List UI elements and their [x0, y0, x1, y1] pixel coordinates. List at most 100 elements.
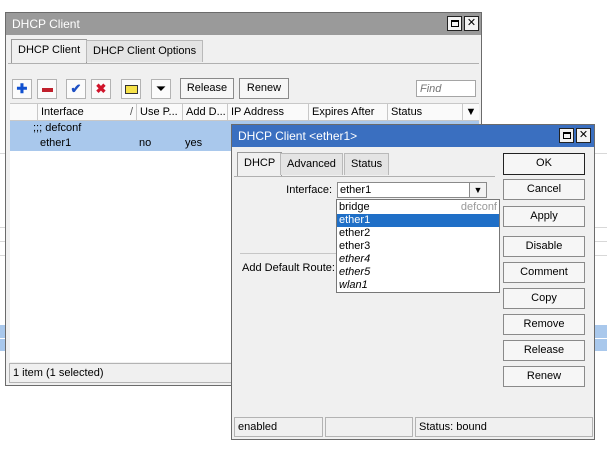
default-route-label: Add Default Route:: [242, 262, 335, 274]
disable-button[interactable]: ✖: [91, 79, 111, 99]
dropdown-item-ether4[interactable]: ether4: [337, 253, 499, 266]
dropdown-toggle[interactable]: ▼: [469, 183, 486, 197]
dropdown-item-ether1[interactable]: ether1: [337, 214, 499, 227]
column-label: Status: [391, 106, 423, 118]
dropdown-item-bridge[interactable]: bridge defconf: [337, 201, 499, 214]
tab-dhcp[interactable]: DHCP: [237, 152, 283, 176]
note-icon: [124, 85, 138, 95]
dropdown-item-ether2[interactable]: ether2: [337, 227, 499, 240]
release-button[interactable]: Release: [503, 340, 585, 361]
button-label: Disable: [525, 240, 563, 252]
x-icon: ✖: [95, 81, 107, 96]
bound-status: Status: bound: [415, 417, 593, 437]
dropdown-item-wlan1[interactable]: wlan1: [337, 279, 499, 292]
add-button[interactable]: ✚: [12, 79, 32, 99]
remove-button[interactable]: Remove: [503, 314, 585, 335]
cell-add-default: yes: [185, 137, 203, 149]
plus-icon: ✚: [16, 81, 28, 96]
find-input[interactable]: [416, 80, 476, 97]
comment-button[interactable]: Comment: [503, 262, 585, 283]
close-button[interactable]: ✕: [464, 16, 479, 31]
column-menu-button[interactable]: ▼: [462, 104, 479, 121]
item-name: ether1: [339, 214, 371, 226]
item-name: ether5: [339, 266, 371, 278]
interface-value: ether1: [340, 184, 372, 196]
tab-panel-border: [8, 63, 479, 64]
item-name: ether2: [339, 227, 371, 239]
tab-dhcp-client-options[interactable]: DHCP Client Options: [86, 40, 204, 62]
dhcp-client-edit-window: DHCP Client <ether1> ✕ DHCP Advanced Sta…: [231, 124, 595, 440]
filter-button[interactable]: ⏷: [151, 79, 171, 99]
interface-select[interactable]: ether1 ▼: [337, 182, 487, 198]
tab-status[interactable]: Status: [344, 153, 390, 175]
button-label: Renew: [526, 370, 562, 382]
column-label: IP Address: [231, 106, 284, 118]
column-header-row: Interface / Use P... Add D... IP Address…: [10, 103, 479, 121]
dropdown-item-ether5[interactable]: ether5: [337, 266, 499, 279]
cell-use-peer: no: [139, 137, 152, 149]
column-label: Use P...: [140, 106, 178, 118]
column-header-expires-after[interactable]: Expires After: [308, 104, 387, 121]
item-name: bridge: [339, 201, 370, 213]
tab-label: DHCP Client Options: [93, 45, 197, 57]
dropdown-item-ether3[interactable]: ether3: [337, 240, 499, 253]
enable-button[interactable]: ✔: [66, 79, 86, 99]
tab-advanced[interactable]: Advanced: [280, 153, 343, 175]
tab-label: Status: [351, 158, 383, 170]
middle-status: [325, 417, 413, 437]
remove-button[interactable]: [37, 79, 57, 99]
column-header-ip-address[interactable]: IP Address: [227, 104, 308, 121]
comment-button[interactable]: [121, 79, 141, 99]
renew-button[interactable]: Renew: [239, 78, 289, 99]
button-label: Apply: [530, 210, 558, 222]
release-button[interactable]: Release: [180, 78, 234, 99]
window-title: DHCP Client <ether1>: [238, 129, 358, 143]
close-icon: ✕: [466, 17, 477, 29]
column-label: Expires After: [312, 106, 375, 118]
renew-label: Renew: [246, 82, 282, 94]
close-icon: ✕: [578, 129, 589, 141]
tab-panel-border: [234, 176, 495, 177]
button-label: Release: [523, 344, 565, 356]
window-titlebar[interactable]: DHCP Client: [6, 13, 481, 35]
ok-button[interactable]: OK: [503, 153, 585, 175]
interface-dropdown-list: bridge defconf ether1 ether2 ether3 ethe…: [336, 199, 500, 293]
tab-label: DHCP: [244, 157, 276, 169]
window-titlebar[interactable]: DHCP Client <ether1>: [232, 125, 594, 147]
renew-button[interactable]: Renew: [503, 366, 585, 387]
item-name: wlan1: [339, 279, 368, 291]
status-text: Status: bound: [419, 421, 487, 433]
column-header-interface[interactable]: Interface /: [37, 104, 136, 121]
item-comment: defconf: [460, 201, 497, 213]
filter-icon: ⏷: [155, 81, 167, 96]
chevron-down-icon: ▼: [473, 185, 483, 195]
column-header-status[interactable]: Status: [387, 104, 462, 121]
status-text: enabled: [238, 421, 278, 433]
check-icon: ✔: [70, 81, 82, 96]
button-label: Copy: [531, 292, 557, 304]
interface-label: Interface:: [286, 184, 332, 196]
item-name: ether4: [339, 253, 371, 265]
tab-label: Advanced: [287, 158, 336, 170]
copy-button[interactable]: Copy: [503, 288, 585, 309]
tab-dhcp-client[interactable]: DHCP Client: [11, 39, 88, 63]
apply-button[interactable]: Apply: [503, 206, 585, 227]
release-label: Release: [186, 82, 228, 94]
column-label: Add D...: [186, 106, 226, 118]
group-comment: ;;; defconf: [33, 122, 82, 134]
close-button[interactable]: ✕: [576, 128, 591, 143]
window-title: DHCP Client: [12, 17, 80, 31]
chevron-down-icon: ▼: [465, 106, 477, 118]
disable-button[interactable]: Disable: [503, 236, 585, 257]
column-header-use-peer[interactable]: Use P...: [136, 104, 182, 121]
maximize-icon: [450, 20, 459, 27]
button-label: OK: [536, 157, 552, 169]
cell-interface: ether1: [40, 137, 72, 149]
column-header-add-default[interactable]: Add D...: [182, 104, 227, 121]
cancel-button[interactable]: Cancel: [503, 179, 585, 200]
tab-label: DHCP Client: [18, 44, 81, 56]
button-label: Comment: [520, 266, 568, 278]
maximize-button[interactable]: [447, 16, 462, 31]
button-label: Cancel: [526, 183, 562, 195]
maximize-button[interactable]: [559, 128, 574, 143]
